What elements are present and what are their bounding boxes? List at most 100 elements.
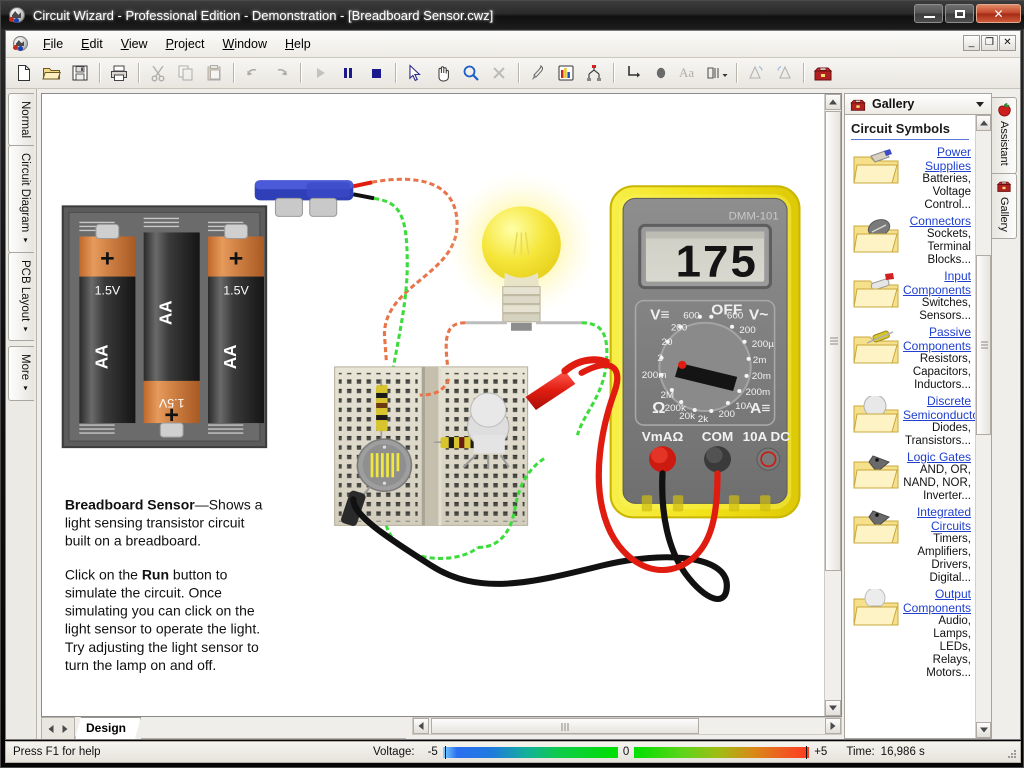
text-tool-button[interactable]: Aa	[676, 61, 702, 85]
list-item[interactable]: Output Components Audio, Lamps, LEDs, Re…	[851, 587, 973, 680]
list-item[interactable]: Discrete Semiconductor Diodes, Transisto…	[851, 394, 975, 448]
gallery-link[interactable]: Passive Components	[903, 325, 971, 353]
save-file-button[interactable]	[67, 61, 93, 85]
scroll-thumb[interactable]	[825, 111, 841, 571]
minimize-button[interactable]	[914, 4, 943, 23]
sidebar-item-more[interactable]: More ▾	[8, 346, 34, 401]
mdi-restore-button[interactable]: ❐	[981, 35, 998, 51]
print-button[interactable]	[106, 61, 132, 85]
gallery-link[interactable]: Input Components	[903, 269, 971, 297]
flip-vertical-button[interactable]	[771, 61, 797, 85]
gallery-header[interactable]: Gallery	[844, 93, 992, 115]
pan-tool-button[interactable]	[430, 61, 456, 85]
menu-help[interactable]: Help	[276, 35, 320, 54]
hscroll-thumb[interactable]	[431, 718, 699, 734]
svg-text:light sensor to operate the li: light sensor to operate the light.	[65, 622, 260, 637]
circuit-canvas-area[interactable]: + 1.5V AA AA 1.5V + + 1.5V AA DMM-101 17…	[41, 93, 842, 717]
svg-text:simulate the circuit. Once: simulate the circuit. Once	[65, 586, 222, 601]
tab-nav-buttons[interactable]	[41, 717, 75, 739]
window-title: Circuit Wizard - Professional Edition - …	[33, 7, 494, 23]
menu-file[interactable]: File	[34, 35, 72, 54]
resize-grip-icon[interactable]	[1005, 748, 1017, 760]
folder-semiconductor-icon	[851, 394, 903, 439]
hscroll-right-button[interactable]	[825, 718, 841, 734]
folder-power-icon	[851, 145, 903, 190]
paste-button[interactable]	[201, 61, 227, 85]
tab-assistant[interactable]: Assistant	[992, 97, 1017, 174]
scroll-down-button[interactable]	[825, 700, 841, 716]
cut-button[interactable]	[145, 61, 171, 85]
menu-project[interactable]: Project	[157, 35, 214, 54]
list-item[interactable]: Connectors Sockets, Terminal Blocks...	[851, 214, 973, 267]
list-item[interactable]: Input Components Switches, Sensors...	[851, 269, 973, 323]
mdi-child-controls: _ ❐ ✕	[963, 35, 1016, 51]
sheet-tab-strip: Design	[41, 717, 842, 739]
mdi-minimize-button[interactable]: _	[963, 35, 980, 51]
wire-tool-button[interactable]	[620, 61, 646, 85]
gallery-link[interactable]: Discrete Semiconductor	[903, 394, 975, 422]
menu-window[interactable]: Window	[214, 35, 276, 54]
list-item[interactable]: Integrated Circuits Timers, Amplifiers, …	[851, 505, 973, 585]
hscroll-left-button[interactable]	[413, 718, 429, 734]
svg-text:200: 200	[719, 409, 736, 420]
gallery-link[interactable]: Connectors	[910, 214, 971, 228]
battery-pack: + 1.5V AA AA 1.5V + + 1.5V AA	[61, 180, 354, 449]
align-button[interactable]	[704, 61, 730, 85]
gallery-link[interactable]: Integrated Circuits	[917, 505, 971, 533]
graph-button[interactable]	[553, 61, 579, 85]
list-item[interactable]: Power Supplies Batteries, Voltage Contro…	[851, 145, 973, 212]
gallery-desc: Diodes, Transistors...	[904, 422, 971, 447]
gallery-scroll-up-button[interactable]	[976, 115, 991, 131]
tab-next-button[interactable]	[58, 722, 72, 736]
chevron-down-icon: ▾	[21, 235, 30, 245]
divider	[851, 139, 969, 140]
select-tool-button[interactable]	[402, 61, 428, 85]
folder-logic-icon	[851, 450, 903, 495]
circuit-drawing[interactable]: + 1.5V AA AA 1.5V + + 1.5V AA DMM-101 17…	[42, 94, 841, 716]
sidebar-item-normal[interactable]: Normal	[8, 93, 34, 147]
redo-button[interactable]	[268, 61, 294, 85]
netlist-button[interactable]	[581, 61, 607, 85]
multimeter-model: DMM-101	[729, 211, 779, 223]
menu-edit[interactable]: Edit	[72, 35, 112, 54]
svg-text:turn the lamp on and off.: turn the lamp on and off.	[65, 658, 216, 673]
list-item[interactable]: Logic Gates AND, OR, NAND, NOR, Inverter…	[851, 450, 973, 503]
canvas-vertical-scrollbar[interactable]	[824, 94, 841, 716]
tab-prev-button[interactable]	[44, 722, 58, 736]
gallery-link[interactable]: Power Supplies	[925, 145, 971, 173]
canvas-horizontal-scrollbar[interactable]	[412, 717, 842, 735]
close-button[interactable]: ✕	[976, 4, 1021, 23]
maximize-restore-button[interactable]	[945, 4, 974, 23]
undo-button[interactable]	[240, 61, 266, 85]
mdi-close-button[interactable]: ✕	[999, 35, 1016, 51]
sidebar-item-circuit-diagram[interactable]: Circuit Diagram ▾	[8, 145, 34, 253]
copy-button[interactable]	[173, 61, 199, 85]
zoom-tool-button[interactable]	[458, 61, 484, 85]
flip-horizontal-button[interactable]	[743, 61, 769, 85]
gallery-section-title: Circuit Symbols	[851, 121, 950, 136]
new-file-button[interactable]	[11, 61, 37, 85]
gallery-scrollbar[interactable]	[975, 115, 991, 738]
stop-button[interactable]	[363, 61, 389, 85]
gallery-desc: Timers, Amplifiers, Drivers, Digital...	[917, 533, 971, 584]
voltage-mid-label: 0	[622, 746, 630, 758]
probe-tool-button[interactable]	[525, 61, 551, 85]
chevron-down-icon[interactable]	[976, 101, 984, 107]
app-client-area: File Edit View Project Window Help _ ❐ ✕	[5, 30, 1021, 740]
delete-button[interactable]	[486, 61, 512, 85]
gallery-scroll-thumb[interactable]	[976, 255, 991, 435]
gallery-link[interactable]: Output Components	[903, 587, 971, 615]
gallery-toolbox-button[interactable]	[810, 61, 836, 85]
scroll-up-button[interactable]	[825, 94, 841, 110]
gallery-scroll-down-button[interactable]	[976, 722, 991, 738]
sidebar-item-pcb-layout[interactable]: PCB Layout ▾	[8, 251, 34, 342]
node-tool-button[interactable]	[648, 61, 674, 85]
menu-view[interactable]: View	[112, 35, 157, 54]
tab-gallery[interactable]: Gallery	[992, 172, 1017, 240]
pause-button[interactable]	[335, 61, 361, 85]
gallery-link[interactable]: Logic Gates	[907, 450, 971, 464]
tab-design[interactable]: Design	[75, 717, 141, 739]
list-item[interactable]: Passive Components Resistors, Capacitors…	[851, 325, 973, 392]
open-folder-button[interactable]	[39, 61, 65, 85]
run-button[interactable]	[307, 61, 333, 85]
